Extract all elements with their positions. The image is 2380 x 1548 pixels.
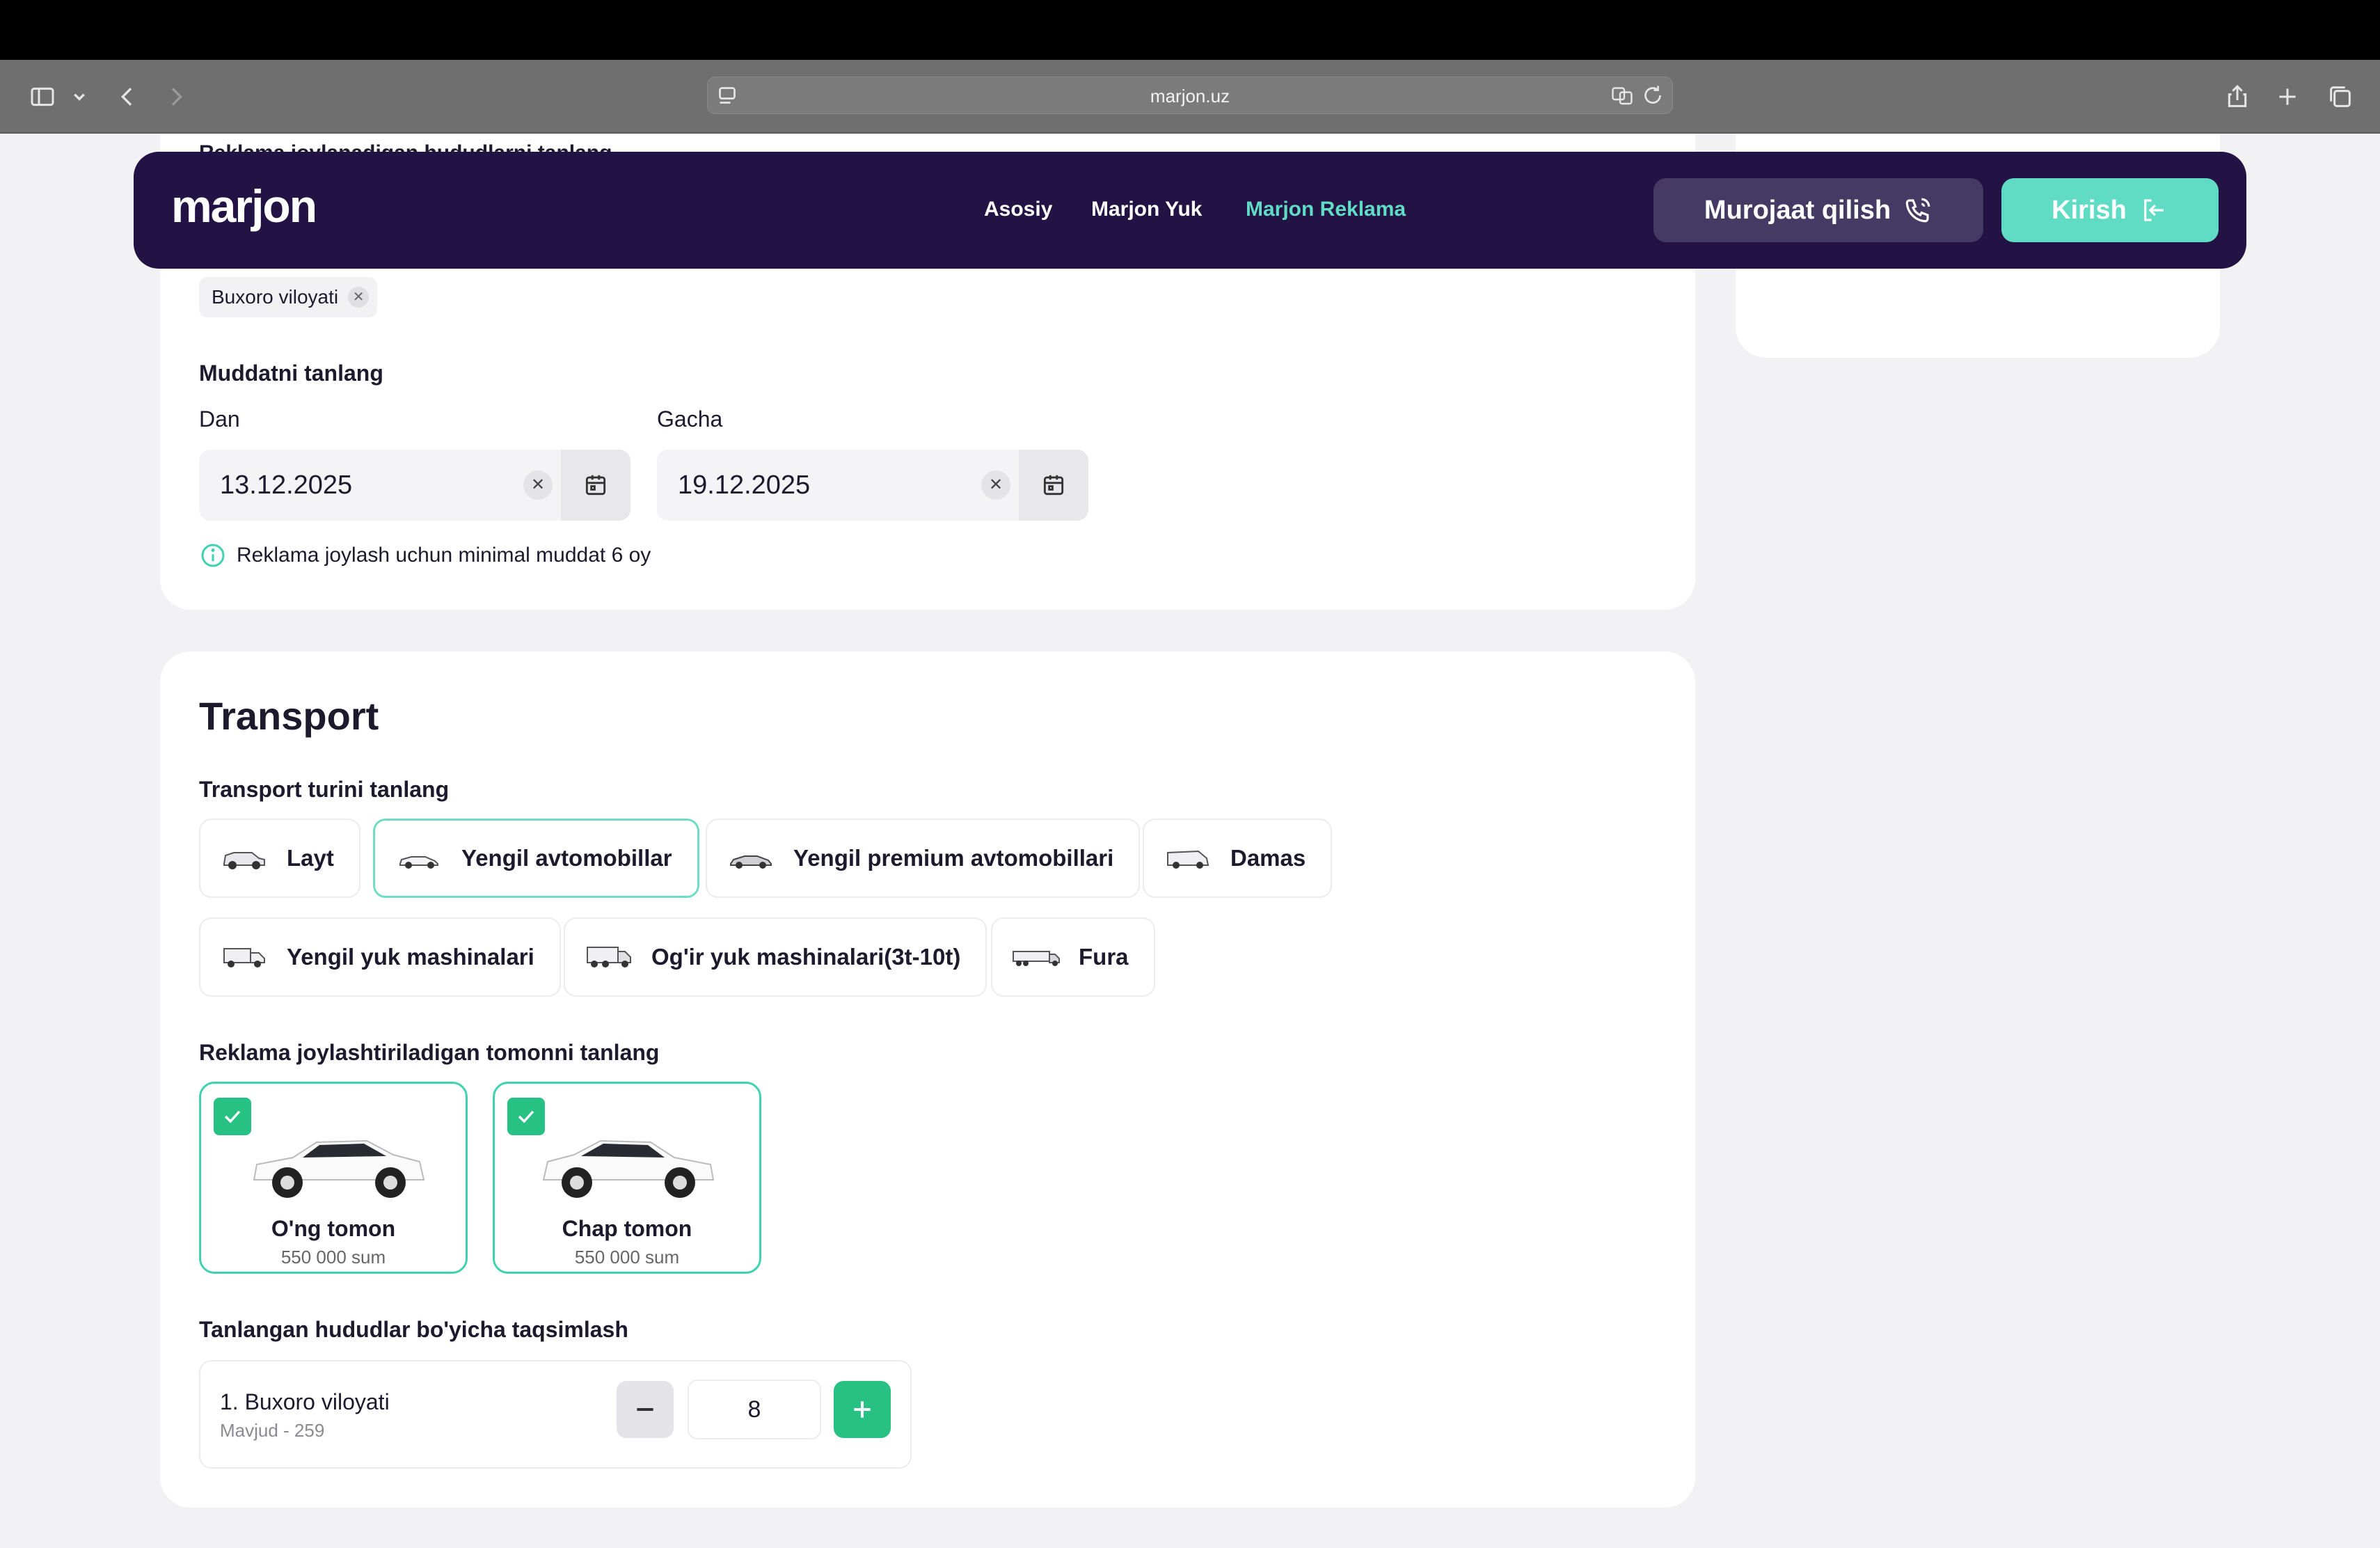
period-title: Muddatni tanlang bbox=[199, 361, 383, 386]
url-text: marjon.uz bbox=[1150, 86, 1230, 106]
side-card-right[interactable]: O'ng tomon 550 000 sum bbox=[199, 1082, 468, 1274]
side-price: 550 000 sum bbox=[280, 1247, 386, 1267]
transport-type-layt[interactable]: Layt bbox=[199, 819, 360, 898]
region-section-title: Reklama joylanadigan hududlarni tanlang bbox=[199, 135, 612, 152]
logo[interactable]: marjon bbox=[171, 180, 317, 232]
info-text: Reklama joylash uchun minimal muddat 6 o… bbox=[237, 544, 651, 567]
suv-icon bbox=[223, 852, 265, 869]
back-icon[interactable] bbox=[110, 79, 145, 114]
from-label: Dan bbox=[199, 406, 240, 432]
side-price: 550 000 sum bbox=[574, 1247, 680, 1267]
region-available: Mavjud - 259 bbox=[220, 1420, 325, 1441]
transport-type-label: Transport turini tanlang bbox=[199, 777, 450, 802]
translate-icon[interactable] bbox=[1610, 83, 1635, 108]
car-side-icon bbox=[542, 1139, 715, 1198]
calendar-icon bbox=[1043, 475, 1064, 496]
transport-type-label: Layt bbox=[287, 845, 334, 871]
menu-bar bbox=[0, 0, 2380, 60]
transport-type-label: Yengil premium avtomobillari bbox=[793, 845, 1114, 871]
transport-title: Transport bbox=[199, 694, 379, 738]
calendar-icon bbox=[585, 475, 606, 496]
to-label: Gacha bbox=[657, 406, 723, 432]
to-date-input[interactable] bbox=[657, 450, 1005, 521]
transport-type-light-truck[interactable]: Yengil yuk mashinalari bbox=[199, 917, 561, 997]
car-icon bbox=[399, 856, 438, 869]
transport-type-heavy-truck[interactable]: Og'ir yuk mashinalari(3t-10t) bbox=[564, 917, 987, 997]
sedan-icon bbox=[730, 855, 772, 869]
phone-icon bbox=[1905, 198, 1930, 223]
tab-overview-icon[interactable] bbox=[2323, 79, 2358, 114]
contact-button[interactable]: Murojaat qilish bbox=[1653, 178, 1983, 242]
distribution-row: 1. Buxoro viloyati Mavjud - 259 bbox=[199, 1360, 912, 1469]
transport-type-fura[interactable]: Fura bbox=[991, 917, 1155, 997]
site-header: marjon Asosiy Marjon Yuk Marjon Reklama … bbox=[134, 152, 2246, 269]
transport-type-yengil[interactable]: Yengil avtomobillar bbox=[373, 819, 699, 898]
transport-type-label: Og'ir yuk mashinalari(3t-10t) bbox=[651, 944, 961, 970]
side-label: Reklama joylashtiriladigan tomonni tanla… bbox=[199, 1040, 660, 1065]
login-button[interactable]: Kirish bbox=[2001, 178, 2219, 242]
login-label: Kirish bbox=[2052, 195, 2127, 225]
light-truck-icon bbox=[223, 948, 265, 968]
address-bar[interactable]: marjon.uz bbox=[707, 77, 1673, 114]
login-icon bbox=[2144, 199, 2164, 221]
info-icon bbox=[201, 544, 225, 567]
region-chip: Buxoro viloyati ✕ bbox=[199, 277, 378, 317]
region-chip-label: Buxoro viloyati bbox=[212, 286, 339, 308]
sidebar-toggle-icon[interactable] bbox=[25, 79, 60, 114]
reload-icon[interactable] bbox=[1640, 83, 1665, 108]
share-icon[interactable] bbox=[2220, 79, 2255, 114]
close-icon[interactable]: ✕ bbox=[348, 287, 370, 308]
heavy-truck-icon bbox=[587, 947, 631, 968]
transport-type-label: Fura bbox=[1079, 944, 1129, 970]
transport-type-label: Yengil yuk mashinalari bbox=[287, 944, 534, 970]
side-title: O'ng tomon bbox=[271, 1216, 396, 1241]
nav-link-marjon-yuk[interactable]: Marjon Yuk bbox=[1091, 198, 1203, 221]
nav-link-marjon-reklama[interactable]: Marjon Reklama bbox=[1246, 198, 1406, 221]
transport-type-label: Yengil avtomobillar bbox=[461, 845, 672, 871]
car-side-icon bbox=[253, 1139, 425, 1198]
transport-type-damas[interactable]: Damas bbox=[1143, 819, 1333, 898]
to-date-field: ✕ bbox=[657, 450, 1088, 521]
new-tab-icon[interactable] bbox=[2270, 79, 2305, 114]
nav-link-asosiy[interactable]: Asosiy bbox=[984, 198, 1052, 221]
semi-truck-icon bbox=[1013, 951, 1060, 966]
region-name: 1. Buxoro viloyati bbox=[220, 1389, 390, 1414]
from-date-field: ✕ bbox=[199, 450, 630, 521]
quantity-input[interactable] bbox=[688, 1380, 821, 1439]
clear-icon[interactable]: ✕ bbox=[981, 471, 1010, 500]
increment-button[interactable] bbox=[834, 1381, 891, 1438]
calendar-button[interactable] bbox=[1019, 450, 1088, 521]
distribution-label: Tanlangan hududlar bo'yicha taqsimlash bbox=[199, 1317, 628, 1342]
calendar-button[interactable] bbox=[561, 450, 630, 521]
side-title: Chap tomon bbox=[562, 1216, 692, 1241]
transport-type-label: Damas bbox=[1230, 845, 1306, 871]
contact-label: Murojaat qilish bbox=[1704, 195, 1891, 225]
forward-icon[interactable] bbox=[159, 79, 193, 114]
decrement-button[interactable] bbox=[617, 1381, 674, 1438]
clear-icon[interactable]: ✕ bbox=[523, 471, 553, 500]
from-date-input[interactable] bbox=[199, 450, 547, 521]
period-info: Reklama joylash uchun minimal muddat 6 o… bbox=[199, 542, 651, 569]
van-icon bbox=[1167, 850, 1209, 869]
minus-icon bbox=[637, 1408, 653, 1411]
transport-type-premium[interactable]: Yengil premium avtomobillari bbox=[706, 819, 1141, 898]
chevron-down-icon[interactable] bbox=[65, 79, 93, 114]
side-card-left[interactable]: Chap tomon 550 000 sum bbox=[493, 1082, 761, 1274]
plus-icon bbox=[854, 1401, 871, 1418]
